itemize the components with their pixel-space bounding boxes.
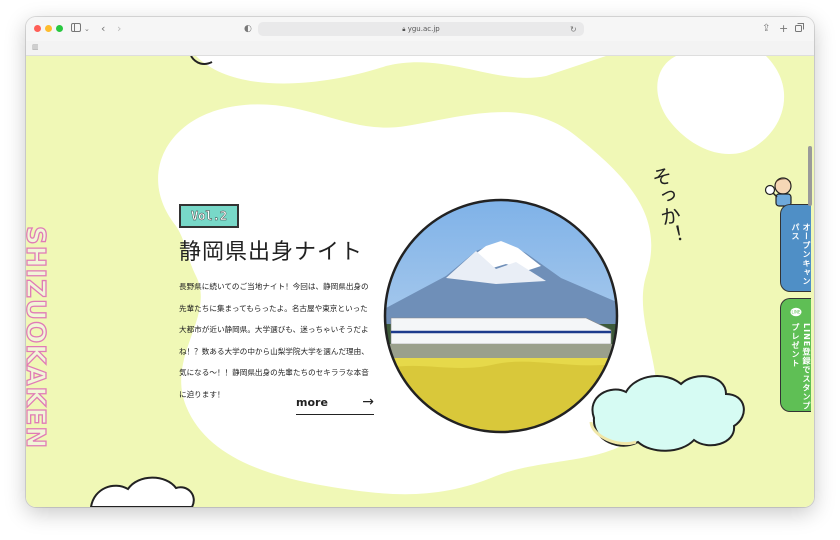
- chevron-down-icon[interactable]: ⌄: [84, 22, 90, 36]
- new-tab-icon[interactable]: +: [779, 22, 788, 36]
- vertical-title-text: SHIZUOKAKEN: [26, 225, 51, 450]
- minimize-window-button[interactable]: [45, 25, 52, 32]
- browser-toolbar: ⌄ ‹ › ◐ 🔒︎ ygu.ac.jp ↻ ⇪ +: [26, 17, 814, 41]
- page-content: SHIZUOKAKEN Vol.2 静岡県出身ナイト 長野県に続いてのご当地ナイ…: [26, 56, 814, 507]
- url-text: ygu.ac.jp: [407, 25, 440, 33]
- tab-strip: ▥: [26, 41, 814, 56]
- browser-window: ⌄ ‹ › ◐ 🔒︎ ygu.ac.jp ↻ ⇪ + ▥ SHIZUOKAKEN…: [26, 17, 814, 507]
- more-link[interactable]: more →: [296, 394, 374, 415]
- background-blobs: [89, 56, 785, 507]
- forward-icon[interactable]: ›: [117, 22, 121, 36]
- maximize-window-button[interactable]: [56, 25, 63, 32]
- scrollbar[interactable]: [808, 146, 812, 206]
- address-bar[interactable]: 🔒︎ ygu.ac.jp: [258, 22, 584, 36]
- more-label: more: [296, 396, 328, 409]
- share-icon[interactable]: ⇪: [762, 22, 770, 36]
- arrow-right-icon: →: [362, 394, 374, 410]
- close-window-button[interactable]: [34, 25, 41, 32]
- back-icon[interactable]: ‹: [101, 22, 105, 36]
- line-register-label: LINE登録でスタンププレゼント: [791, 323, 811, 411]
- shield-icon[interactable]: ◐: [244, 22, 252, 36]
- page-title: 静岡県出身ナイト: [179, 240, 364, 265]
- tabs-icon[interactable]: [795, 22, 804, 36]
- line-register-tab[interactable]: LINE LINE登録でスタンププレゼント: [780, 298, 811, 412]
- tab-overview-icon[interactable]: ▥: [32, 43, 39, 51]
- open-campus-label: オープンキャンパス: [791, 223, 811, 286]
- lock-icon: 🔒︎: [402, 26, 406, 33]
- article-body: 長野県に続いてのご当地ナイト！今回は、静岡県出身の先輩たちに集まってもらったよ。…: [179, 282, 369, 399]
- line-icon: LINE: [790, 307, 802, 317]
- refresh-icon[interactable]: ↻: [570, 23, 577, 37]
- svg-text:LINE: LINE: [792, 310, 801, 315]
- vol-badge: Vol.2: [179, 204, 239, 228]
- sidebar-icon[interactable]: [71, 22, 81, 36]
- open-campus-tab[interactable]: オープンキャンパス: [780, 204, 811, 292]
